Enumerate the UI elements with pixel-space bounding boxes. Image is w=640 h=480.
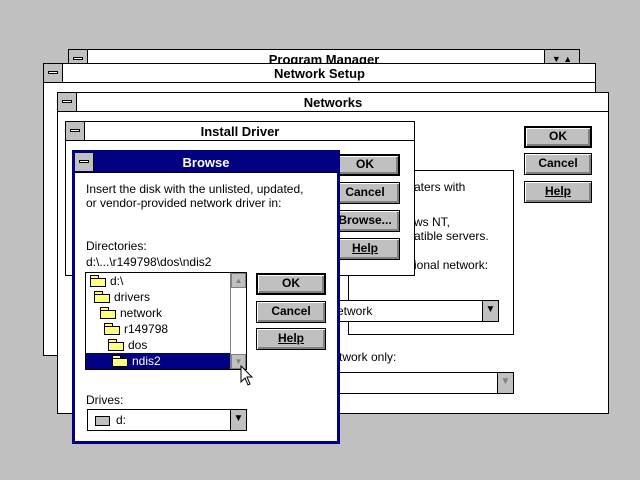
combo-arrow-icon[interactable]: ▼ (497, 373, 513, 393)
install-cancel-button[interactable]: Cancel (330, 182, 400, 204)
browse-prompt-line1: Insert the disk with the unlisted, updat… (86, 182, 304, 196)
browse-title: Browse (182, 155, 230, 170)
network-combo[interactable]: etwork ▼ (336, 300, 499, 322)
install-help-button[interactable]: Help (330, 238, 400, 260)
install-ok-button[interactable]: OK (330, 154, 400, 176)
networks-titlebar[interactable]: Networks (58, 93, 608, 112)
drive-icon (95, 416, 110, 426)
directories-label: Directories: (86, 239, 147, 253)
system-menu-icon[interactable] (66, 122, 85, 140)
browse-ok-button[interactable]: OK (256, 273, 326, 295)
networks-text-2: ws NT, (414, 215, 450, 229)
tree-scrollbar[interactable]: ▲ ▼ (230, 273, 246, 369)
scroll-up-icon[interactable]: ▲ (231, 273, 246, 288)
networks-text-4: ional network: (414, 258, 489, 272)
combo-arrow-icon[interactable]: ▼ (482, 301, 498, 321)
browse-titlebar[interactable]: Browse (75, 153, 337, 173)
install-driver-titlebar[interactable]: Install Driver (66, 122, 414, 141)
tree-item-d-root[interactable]: d:\ (90, 273, 123, 289)
tree-item-network[interactable]: network (100, 305, 162, 321)
system-menu-icon[interactable] (44, 64, 63, 82)
tree-item-ndis2[interactable]: ndis2 (86, 353, 231, 369)
folder-open-icon (112, 355, 128, 367)
networks-text-3: atible servers. (414, 229, 489, 243)
tree-item-drivers[interactable]: drivers (94, 289, 150, 305)
mouse-cursor-icon (240, 365, 254, 386)
networks-ok-button[interactable]: OK (524, 126, 592, 148)
network-setup-titlebar[interactable]: Network Setup (44, 64, 595, 83)
combo-arrow-icon[interactable]: ▼ (230, 410, 246, 430)
folder-open-icon (90, 275, 106, 287)
system-menu-icon[interactable] (75, 153, 94, 171)
networks-cancel-button[interactable]: Cancel (524, 153, 592, 175)
folder-open-icon (94, 291, 110, 303)
browse-cancel-button[interactable]: Cancel (256, 301, 326, 323)
networks-title: Networks (303, 95, 363, 110)
system-menu-icon[interactable] (58, 93, 77, 111)
networks-text-1: aters with (414, 180, 466, 194)
network-combo-value: etwork (337, 304, 373, 318)
install-browse-button[interactable]: Browse... (330, 210, 400, 232)
folder-open-icon (104, 323, 120, 335)
tree-item-dos[interactable]: dos (108, 337, 147, 353)
install-driver-title: Install Driver (200, 124, 280, 139)
folder-open-icon (100, 307, 116, 319)
directory-tree[interactable]: d:\ drivers network r149798 dos ndis2 ▲ … (85, 272, 247, 370)
folder-open-icon (108, 339, 124, 351)
networks-text-5: twork only: (339, 350, 397, 364)
drive-value: d: (116, 413, 127, 427)
drives-label: Drives: (86, 393, 124, 407)
network-setup-title: Network Setup (273, 66, 365, 81)
browse-help-button[interactable]: Help (256, 328, 326, 350)
drives-combo[interactable]: d: ▼ (87, 409, 247, 431)
browse-dialog: Browse Insert the disk with the unlisted… (72, 150, 340, 444)
tree-item-r149798[interactable]: r149798 (104, 321, 168, 337)
networks-help-button[interactable]: Help (524, 181, 592, 203)
network-only-combo[interactable]: ▼ (336, 372, 514, 394)
current-path: d:\...\r149798\dos\ndis2 (86, 255, 212, 269)
browse-prompt-line2: or vendor-provided network driver in: (86, 196, 282, 210)
